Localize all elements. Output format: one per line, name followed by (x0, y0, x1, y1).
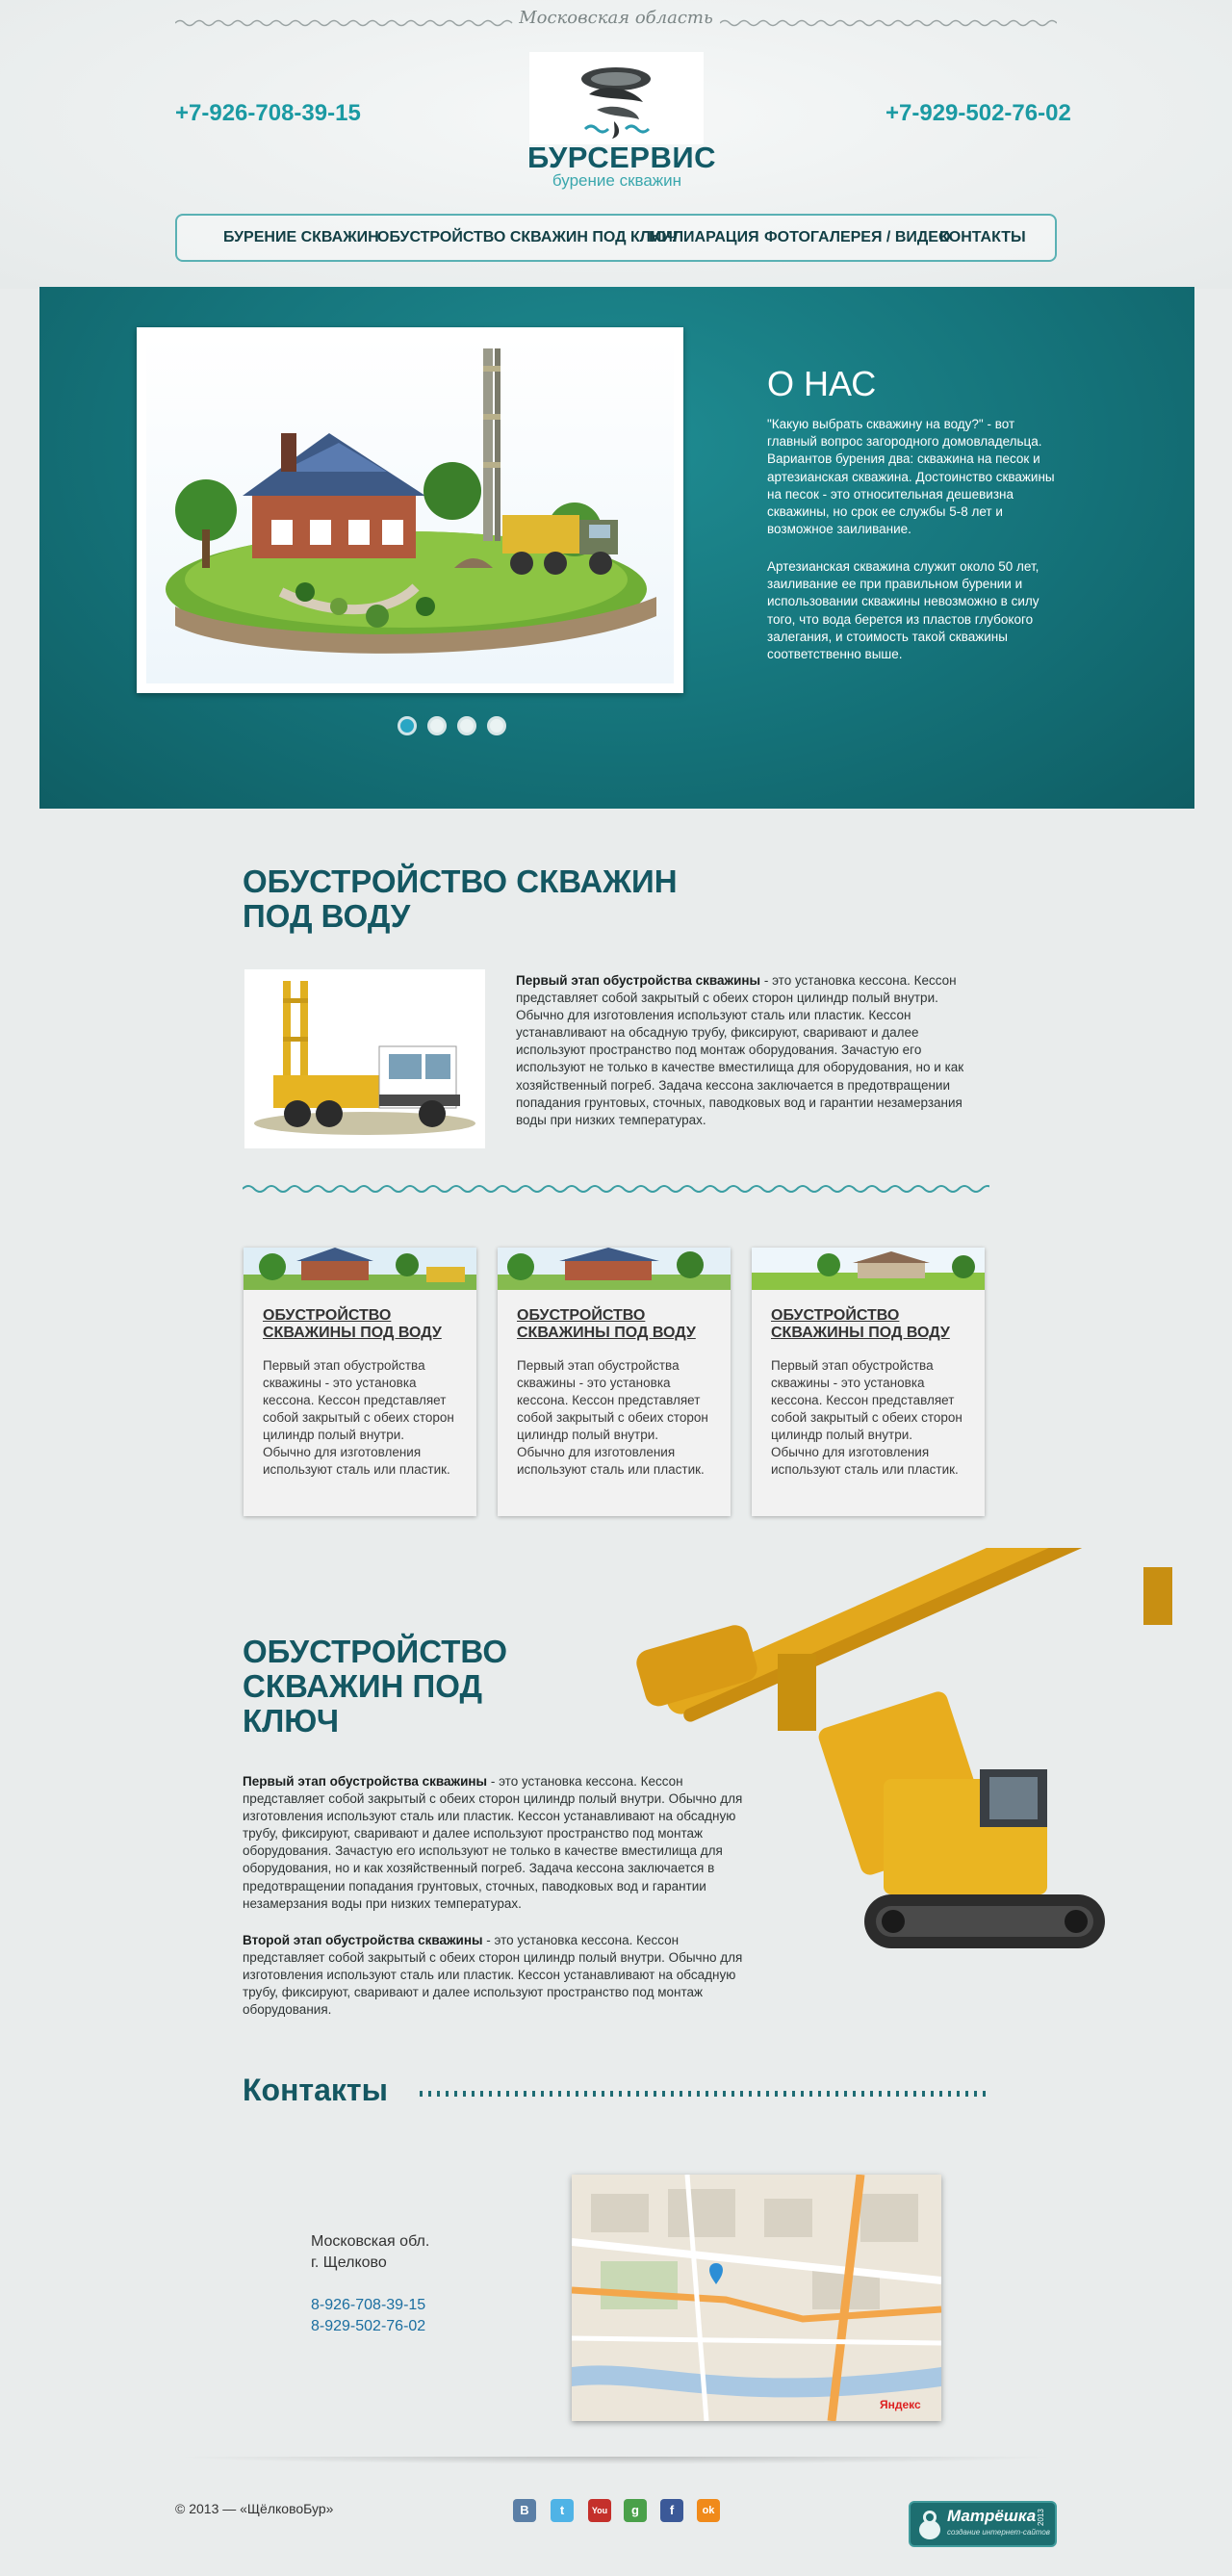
section-water-wells-lead: Первый этап обустройства скважины (516, 973, 761, 988)
drill-truck-illustration (254, 981, 475, 1135)
header-wave-right (720, 19, 1057, 27)
nav-item-gallery[interactable]: ФОТОГАЛЕРЕЯ / ВИДЕО (764, 229, 950, 246)
card-3-text: Первый этап обустройства скважины - это … (771, 1358, 962, 1477)
contact-phone-1[interactable]: 8-926-708-39-15 (311, 2297, 425, 2314)
service-card-2[interactable]: ОБУСТРОЙСТВО СКВАЖИНЫ ПОД ВОДУ Первый эт… (498, 1248, 731, 1516)
header-phone-left[interactable]: +7-926-708-39-15 (175, 100, 361, 127)
card-1-image (244, 1248, 476, 1290)
section-turnkey-p1-lead: Первый этап обустройства скважины (243, 1774, 488, 1789)
card-3-image (752, 1248, 985, 1290)
card-3-title[interactable]: ОБУСТРОЙСТВО СКВАЖИНЫ ПОД ВОДУ (771, 1307, 973, 1342)
badge-year: 2013 (1037, 2509, 1045, 2526)
footer-divider (173, 2457, 1059, 2464)
nav-item-drilling[interactable]: БУРЕНИЕ СКВАЖИН (223, 229, 379, 246)
section-water-wells-title-line2: ПОД ВОДУ (243, 898, 411, 934)
header-wave-left (175, 19, 513, 27)
hero-title: О НАС (767, 364, 877, 403)
service-card-3[interactable]: ОБУСТРОЙСТВО СКВАЖИНЫ ПОД ВОДУ Первый эт… (752, 1248, 985, 1516)
odnoklassniki-icon[interactable]: ok (697, 2499, 720, 2522)
developer-badge[interactable]: Матрёшка создание интернет-сайтов 2013 (909, 2501, 1057, 2547)
header-phone-right[interactable]: +7-929-502-76-02 (886, 100, 1071, 127)
section-water-wells-body: - это установка кессона. Кессон представ… (516, 973, 964, 1127)
contacts-title: Контакты (243, 2073, 388, 2107)
card-2-image (498, 1248, 731, 1290)
piling-rig-image (636, 1548, 1172, 1948)
hero-paragraph-1: "Какую выбрать скважину на воду?" - вот … (767, 417, 1055, 537)
contacts-title-dotted-line (420, 2091, 989, 2097)
section-turnkey-title-line3: КЛЮЧ (243, 1703, 340, 1739)
vk-icon[interactable]: В (513, 2499, 536, 2522)
section-turnkey-title: ОБУСТРОЙСТВО СКВАЖИН ПОД КЛЮЧ (243, 1635, 507, 1739)
card-2-title[interactable]: ОБУСТРОЙСТВО СКВАЖИНЫ ПОД ВОДУ (517, 1307, 719, 1342)
drill-truck-image (244, 969, 485, 1148)
card-2-text: Первый этап обустройства скважины - это … (517, 1358, 708, 1477)
main-nav: БУРЕНИЕ СКВАЖИН ОБУСТРОЙСТВО СКВАЖИН ПОД… (175, 214, 1057, 262)
facebook-icon[interactable]: f (660, 2499, 683, 2522)
footer-copyright: © 2013 — «ЩёлковоБур» (175, 2501, 334, 2516)
matryoshka-icon (919, 2511, 940, 2539)
section-water-wells-title: ОБУСТРОЙСТВО СКВАЖИН ПОД ВОДУ (243, 864, 678, 934)
badge-subtitle: создание интернет-сайтов (947, 2528, 1050, 2537)
section-divider-wave (243, 1185, 989, 1193)
contact-map[interactable]: Яндекс (572, 2175, 941, 2421)
hero-slide-image (137, 327, 683, 693)
logo[interactable] (529, 52, 704, 144)
nav-item-contacts[interactable]: КОНТАКТЫ (939, 229, 1026, 246)
twitter-icon[interactable]: t (551, 2499, 574, 2522)
section-water-wells-text: Первый этап обустройства скважины - это … (516, 972, 988, 1129)
nav-item-turnkey[interactable]: ОБУСТРОЙСТВО СКВАЖИН ПОД КЛЮЧ (377, 229, 678, 246)
region-label: Московская область (519, 8, 713, 28)
hero-paragraph-2: Артезианская скважина служит около 50 ле… (767, 559, 1040, 662)
contact-phone-2[interactable]: 8-929-502-76-02 (311, 2318, 425, 2335)
logo-emblem-icon (581, 67, 651, 139)
section-turnkey-title-line2: СКВАЖИН ПОД (243, 1668, 482, 1704)
contact-address-line1: Московская обл. (311, 2233, 430, 2250)
nav-item-amelioration[interactable]: МИЛИАРАЦИЯ (649, 229, 759, 246)
badge-title: Матрёшка (947, 2507, 1037, 2525)
section-water-wells-title-line1: ОБУСТРОЙСТВО СКВАЖИН (243, 863, 678, 899)
slider-dot-4[interactable] (487, 716, 506, 735)
section-turnkey-p2-lead: Второй этап обустройства скважины (243, 1933, 483, 1947)
house-drilling-illustration (146, 337, 674, 683)
google-icon[interactable]: g (624, 2499, 647, 2522)
slider-dot-1[interactable] (398, 716, 417, 735)
contact-address-line2: г. Щелково (311, 2254, 387, 2271)
slider-dot-3[interactable] (457, 716, 476, 735)
logo-subtitle: бурение скважин (552, 171, 682, 190)
section-turnkey-title-line1: ОБУСТРОЙСТВО (243, 1634, 508, 1669)
youtube-icon[interactable]: You (588, 2499, 611, 2522)
map-brand-label: Яндекс (880, 2398, 921, 2411)
service-card-1[interactable]: ОБУСТРОЙСТВО СКВАЖИНЫ ПОД ВОДУ Первый эт… (244, 1248, 476, 1516)
slider-dot-2[interactable] (427, 716, 447, 735)
logo-title: БУРСЕРВИС (527, 141, 716, 174)
map-illustration (572, 2175, 941, 2421)
card-1-title[interactable]: ОБУСТРОЙСТВО СКВАЖИНЫ ПОД ВОДУ (263, 1307, 465, 1342)
card-1-text: Первый этап обустройства скважины - это … (263, 1358, 454, 1477)
